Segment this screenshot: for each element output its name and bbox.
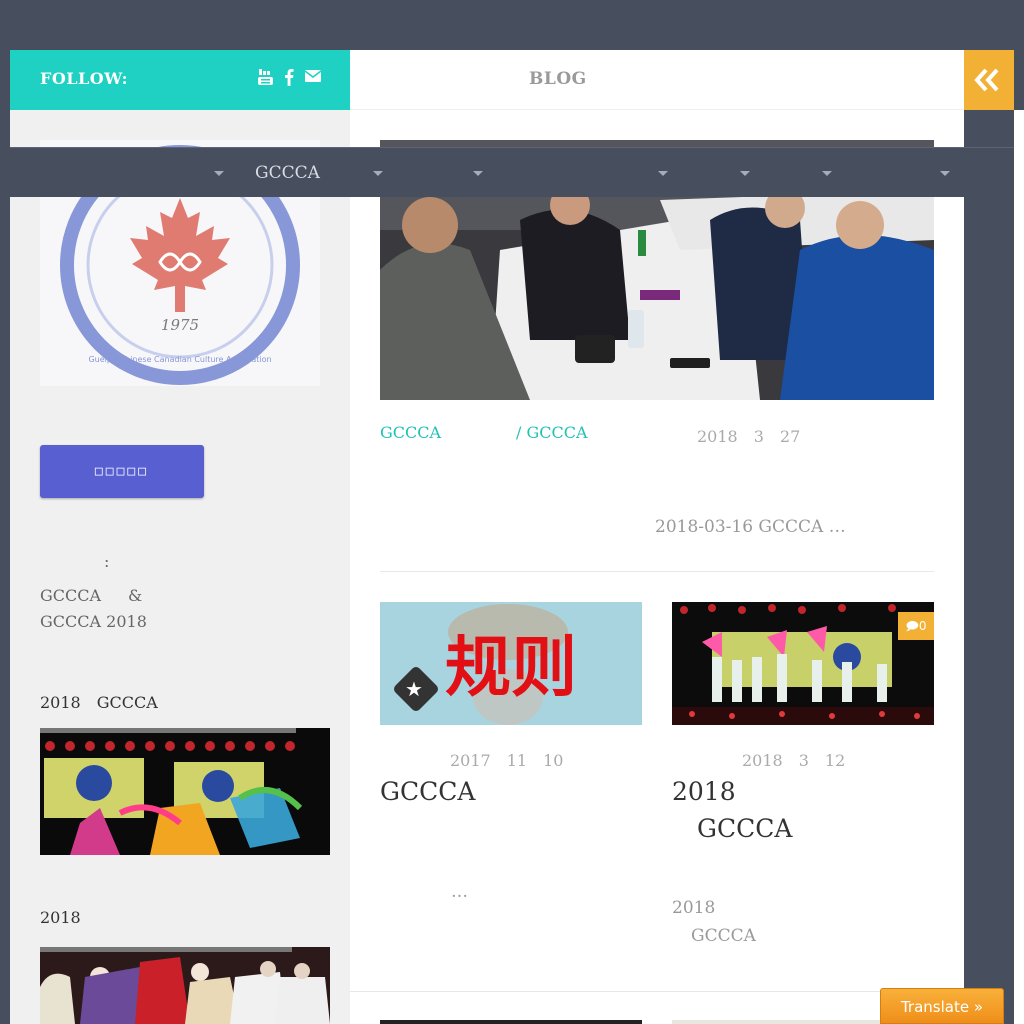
nav-dropdown-caret-icon[interactable] <box>214 171 224 176</box>
widget1-link-a[interactable]: GCCCA <box>40 586 101 605</box>
nav-dropdown-caret-icon[interactable] <box>740 171 750 176</box>
widget2-title[interactable]: 2018 GCCCA <box>40 689 158 713</box>
widget1-colon: : <box>104 552 110 571</box>
nav-dropdown-caret-icon[interactable] <box>373 171 383 176</box>
collapse-sidebar-button[interactable] <box>964 50 1014 110</box>
star-icon: ★ <box>405 677 423 701</box>
logo-english-text: Guelph Chinese Canadian Culture Associat… <box>88 355 271 364</box>
post-right-excerpt-line1: 2018 <box>672 898 716 918</box>
featured-excerpt: 2018-03-16 GCCCA … <box>655 517 846 537</box>
nav-dropdown-caret-icon[interactable] <box>940 171 950 176</box>
top-bar <box>0 0 1024 50</box>
join-button[interactable]: □□□□□ <box>40 445 204 498</box>
post-right-date: 2018 3 12 <box>742 751 846 770</box>
nav-dropdown-caret-icon[interactable] <box>658 171 668 176</box>
nav-item-gccca[interactable]: GCCCA <box>255 163 320 183</box>
right-edge <box>1014 110 1024 1024</box>
comment-count-badge[interactable]: 🗩0 <box>898 612 934 640</box>
facebook-icon[interactable] <box>284 68 304 88</box>
blog-header: BLOG <box>350 50 964 110</box>
post-divider <box>380 571 934 572</box>
comment-count: 0 <box>918 619 927 633</box>
follow-bar: FOLLOW: <box>10 50 350 110</box>
post-right-title-line1[interactable]: 2018 <box>672 777 736 806</box>
nav-dropdown-caret-icon[interactable] <box>473 171 483 176</box>
post-left-image-text: 规则 <box>445 629 577 706</box>
main-navigation: GCCCA <box>10 147 1014 197</box>
post-divider-2 <box>350 991 964 992</box>
widget1-ampersand: & <box>128 586 143 605</box>
featured-category-a[interactable]: GCCCA <box>380 423 441 442</box>
translate-button[interactable]: Translate » <box>880 988 1004 1024</box>
widget3-title[interactable]: 2018 <box>40 908 81 927</box>
widget1-link-b[interactable]: GCCCA 2018 <box>40 612 147 631</box>
next-post-image-edge <box>380 1020 642 1024</box>
comment-icon: 🗩 <box>905 619 919 633</box>
envelope-icon[interactable] <box>304 68 325 88</box>
featured-category-b[interactable]: / GCCCA <box>516 423 588 442</box>
nav-dropdown-caret-icon[interactable] <box>822 171 832 176</box>
featured-date: 2018 3 27 <box>697 427 801 446</box>
post-left-date: 2017 11 10 <box>450 751 564 770</box>
widget3-photo[interactable] <box>40 947 330 1024</box>
blog-title: BLOG <box>529 69 587 89</box>
post-right-title-line2[interactable]: GCCCA <box>697 814 792 843</box>
post-right-excerpt-line2: GCCCA <box>691 926 756 946</box>
post-right-image[interactable] <box>672 602 934 725</box>
logo-year: 1975 <box>161 316 199 334</box>
widget2-photo[interactable] <box>40 728 330 855</box>
double-chevron-left-icon <box>974 68 999 92</box>
post-left-title[interactable]: GCCCA <box>380 777 475 806</box>
post-left-excerpt: … <box>451 882 468 902</box>
youtube-icon[interactable] <box>258 68 278 88</box>
follow-label: FOLLOW: <box>40 69 129 88</box>
